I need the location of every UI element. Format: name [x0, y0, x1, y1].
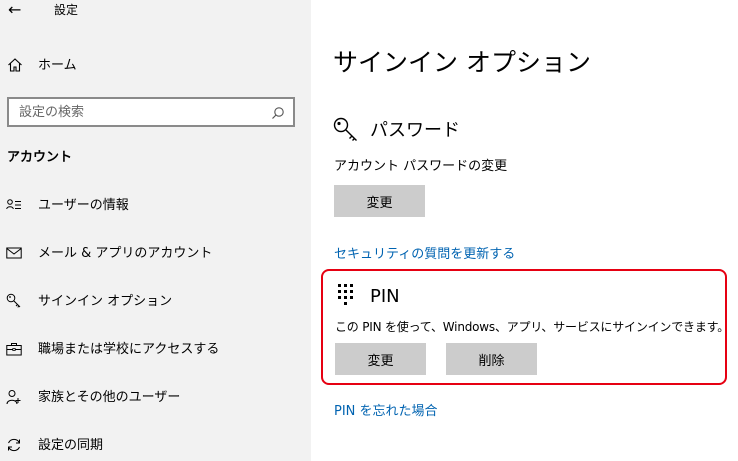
- section-heading-account: アカウント: [7, 150, 73, 165]
- forgot-pin-link[interactable]: PIN を忘れた場合: [334, 403, 438, 421]
- sidebar-item-label: 家族とその他のユーザー: [38, 390, 181, 405]
- user-info-icon: [6, 197, 22, 213]
- sidebar-item-mail-accounts[interactable]: メール & アプリのアカウント: [0, 239, 311, 269]
- update-security-questions-link[interactable]: セキュリティの質問を更新する: [334, 246, 515, 264]
- briefcase-icon: [6, 341, 22, 357]
- sidebar-item-label: メール & アプリのアカウント: [38, 246, 213, 261]
- pin-remove-button[interactable]: 削除: [446, 343, 537, 375]
- sidebar-item-sync-settings[interactable]: 設定の同期: [0, 431, 311, 461]
- search-icon[interactable]: [271, 105, 285, 124]
- pin-heading: PIN: [370, 286, 400, 307]
- home-icon: [7, 57, 23, 77]
- sidebar: ← 設定 ホーム アカウント ユーザーの情報 メール & アプリのアカウント サ…: [0, 0, 311, 461]
- page-title: サインイン オプション: [333, 48, 591, 77]
- sidebar-item-family-users[interactable]: 家族とその他のユーザー: [0, 383, 311, 413]
- key-icon: [333, 117, 359, 147]
- sidebar-item-label: 職場または学校にアクセスする: [38, 342, 220, 357]
- sidebar-item-label: サインイン オプション: [38, 294, 173, 309]
- title-bar: ← 設定: [0, 0, 311, 22]
- search-box[interactable]: [7, 97, 295, 127]
- mail-icon: [6, 245, 22, 261]
- sidebar-item-sign-in-options[interactable]: サインイン オプション: [0, 287, 311, 317]
- people-icon: [6, 389, 22, 405]
- pin-keypad-icon: [337, 283, 359, 311]
- password-heading: パスワード: [370, 120, 460, 141]
- sidebar-item-user-info[interactable]: ユーザーの情報: [0, 191, 311, 221]
- back-arrow-icon[interactable]: ←: [8, 0, 21, 20]
- app-title: 設定: [54, 3, 79, 17]
- sidebar-item-work-school[interactable]: 職場または学校にアクセスする: [0, 335, 311, 365]
- main-content: サインイン オプション パスワード アカウント パスワードの変更 変更 セキュリ…: [311, 0, 738, 461]
- sidebar-item-label: ユーザーの情報: [38, 198, 129, 213]
- nav-home[interactable]: ホーム: [0, 54, 311, 78]
- sync-icon: [6, 437, 22, 453]
- key-icon: [6, 293, 22, 309]
- pin-description: この PIN を使って、Windows、アプリ、サービスにサインインできます。: [335, 320, 730, 334]
- password-change-button[interactable]: 変更: [334, 185, 425, 217]
- password-description: アカウント パスワードの変更: [334, 159, 508, 174]
- pin-highlight-box: PIN この PIN を使って、Windows、アプリ、サービスにサインインでき…: [321, 269, 730, 385]
- pin-change-button[interactable]: 変更: [335, 343, 426, 375]
- sidebar-item-label: 設定の同期: [38, 438, 104, 453]
- search-input[interactable]: [19, 104, 259, 120]
- nav-home-label: ホーム: [38, 58, 77, 73]
